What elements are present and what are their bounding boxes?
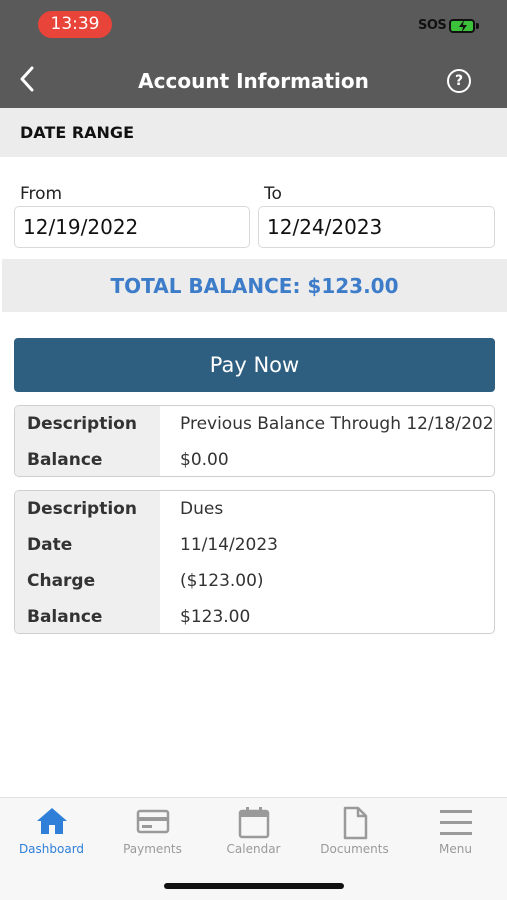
back-button[interactable] bbox=[12, 62, 42, 96]
home-indicator bbox=[164, 883, 344, 889]
to-label: To bbox=[264, 184, 282, 204]
row-key: Date bbox=[27, 535, 73, 555]
battery-icon bbox=[449, 19, 475, 33]
row-key: Charge bbox=[27, 571, 96, 591]
help-button[interactable]: ? bbox=[447, 69, 471, 93]
row-value: ($123.00) bbox=[180, 571, 264, 591]
tab-label: Payments bbox=[123, 842, 182, 856]
table-row: Description Dues bbox=[15, 491, 494, 527]
pay-now-button[interactable]: Pay Now bbox=[14, 338, 495, 392]
transaction-card: Description Dues Date 11/14/2023 Charge … bbox=[14, 490, 495, 634]
carrier-sos: SOS bbox=[418, 18, 447, 33]
status-bar: 13:39 SOS bbox=[0, 0, 507, 50]
table-row: Date 11/14/2023 bbox=[15, 527, 494, 563]
row-value: Previous Balance Through 12/18/2022 bbox=[180, 414, 495, 434]
tab-payments[interactable]: Payments bbox=[102, 798, 203, 868]
document-icon bbox=[343, 806, 367, 840]
chevron-left-icon bbox=[20, 66, 34, 92]
row-value: 11/14/2023 bbox=[180, 535, 278, 555]
row-key: Balance bbox=[27, 450, 103, 470]
hamburger-menu-icon bbox=[439, 810, 472, 835]
page-title: Account Information bbox=[138, 69, 369, 93]
tab-label: Documents bbox=[320, 842, 389, 856]
from-label: From bbox=[20, 184, 63, 204]
tab-calendar[interactable]: Calendar bbox=[203, 798, 304, 868]
battery-tip bbox=[476, 23, 479, 29]
nav-bar: Account Information ? bbox=[0, 50, 507, 108]
credit-card-icon bbox=[136, 809, 169, 834]
row-value: $123.00 bbox=[180, 607, 251, 627]
tab-label: Dashboard bbox=[18, 842, 85, 856]
row-key: Description bbox=[27, 499, 137, 519]
question-circle-icon: ? bbox=[454, 73, 464, 89]
row-key: Description bbox=[27, 414, 137, 434]
tab-label: Menu bbox=[439, 842, 472, 856]
status-time: 13:39 bbox=[38, 11, 112, 38]
transaction-card: Description Previous Balance Through 12/… bbox=[14, 405, 495, 477]
table-row: Description Previous Balance Through 12/… bbox=[15, 406, 494, 442]
calendar-icon bbox=[238, 807, 269, 839]
total-balance: TOTAL BALANCE: $123.00 bbox=[2, 259, 507, 312]
table-row: Balance $123.00 bbox=[15, 599, 494, 633]
to-date-field[interactable]: 12/24/2023 bbox=[258, 206, 495, 248]
from-date-field[interactable]: 12/19/2022 bbox=[14, 206, 250, 248]
table-row: Charge ($123.00) bbox=[15, 563, 494, 599]
tab-dashboard[interactable]: Dashboard bbox=[1, 798, 102, 868]
row-value: Dues bbox=[180, 499, 224, 519]
tab-menu[interactable]: Menu bbox=[405, 798, 506, 868]
date-range-header: DATE RANGE bbox=[0, 108, 507, 157]
row-key: Balance bbox=[27, 607, 103, 627]
home-icon bbox=[36, 808, 67, 834]
tab-label: Calendar bbox=[226, 842, 281, 856]
row-value: $0.00 bbox=[180, 450, 229, 470]
table-row: Balance $0.00 bbox=[15, 442, 494, 476]
tab-documents[interactable]: Documents bbox=[304, 798, 405, 868]
